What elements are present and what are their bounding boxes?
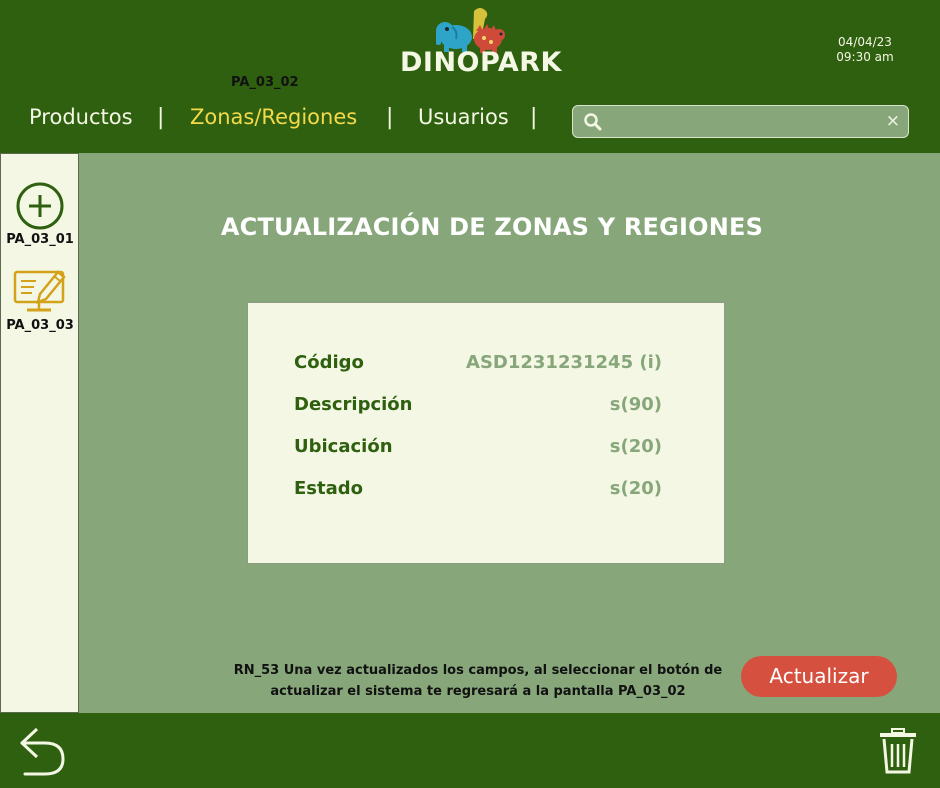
- rule-line: actualizar el sistema te regresará a la …: [270, 684, 686, 699]
- page-title: ACTUALIZACIÓN DE ZONAS Y REGIONES: [220, 213, 764, 241]
- sidebar-item-pa-03-01[interactable]: PA_03_01: [1, 182, 79, 247]
- field-value[interactable]: s(20): [610, 478, 662, 499]
- clear-search-icon[interactable]: ×: [886, 111, 900, 131]
- logo-text: DINOPARK: [400, 47, 562, 78]
- field-value[interactable]: s(20): [610, 436, 662, 457]
- edit-monitor-icon[interactable]: [12, 262, 68, 316]
- field-ubicacion: Ubicación s(20): [294, 436, 662, 464]
- sidebar-item-label: PA_03_01: [6, 232, 74, 247]
- field-codigo: Código ASD1231231245 (i): [294, 352, 662, 380]
- time-text: 09:30 am: [836, 50, 894, 64]
- field-label: Estado: [294, 478, 364, 499]
- date-text: 04/04/23: [838, 35, 892, 49]
- nav-item-usuarios[interactable]: Usuarios: [418, 105, 509, 129]
- rule-line: RN_53 Una vez actualizados los campos, a…: [233, 663, 723, 678]
- field-label: Descripción: [294, 394, 413, 415]
- sidebar: PA_03_01 PA_03_03: [0, 153, 79, 713]
- field-descripcion: Descripción s(90): [294, 394, 662, 422]
- field-value[interactable]: s(90): [610, 394, 662, 415]
- field-label: Ubicación: [294, 436, 393, 457]
- update-button[interactable]: Actualizar: [741, 656, 897, 697]
- back-arrow-icon[interactable]: [17, 725, 67, 777]
- business-rule-note: RN_53 Una vez actualizados los campos, a…: [222, 660, 734, 702]
- nav-separator: |: [157, 105, 165, 130]
- field-label: Código: [294, 352, 364, 373]
- sidebar-item-pa-03-03[interactable]: PA_03_03: [1, 262, 79, 333]
- nav-item-productos[interactable]: Productos: [29, 105, 133, 129]
- nav-item-zonas-regiones[interactable]: Zonas/Regiones: [190, 105, 357, 129]
- nav-separator: |: [530, 105, 538, 130]
- field-value[interactable]: ASD1231231245 (i): [466, 352, 662, 373]
- search-input[interactable]: [609, 110, 879, 134]
- nav-separator: |: [386, 105, 394, 130]
- add-circle-icon[interactable]: [16, 182, 64, 230]
- screen-code: PA_03_02: [231, 75, 299, 90]
- search-icon: [584, 113, 602, 131]
- search-bar: ×: [572, 105, 909, 138]
- zone-details-card: Código ASD1231231245 (i) Descripción s(9…: [247, 302, 725, 564]
- sidebar-item-label: PA_03_03: [6, 318, 74, 333]
- field-estado: Estado s(20): [294, 478, 662, 506]
- datetime: 04/04/23 09:30 am: [822, 35, 908, 65]
- footer-bar: [0, 713, 940, 788]
- trash-icon[interactable]: [878, 728, 918, 774]
- header-bar: PA_03_02 DINOPARK 04/04/23 09:30 am Prod…: [0, 0, 940, 153]
- dinopark-logo: DINOPARK: [400, 5, 562, 83]
